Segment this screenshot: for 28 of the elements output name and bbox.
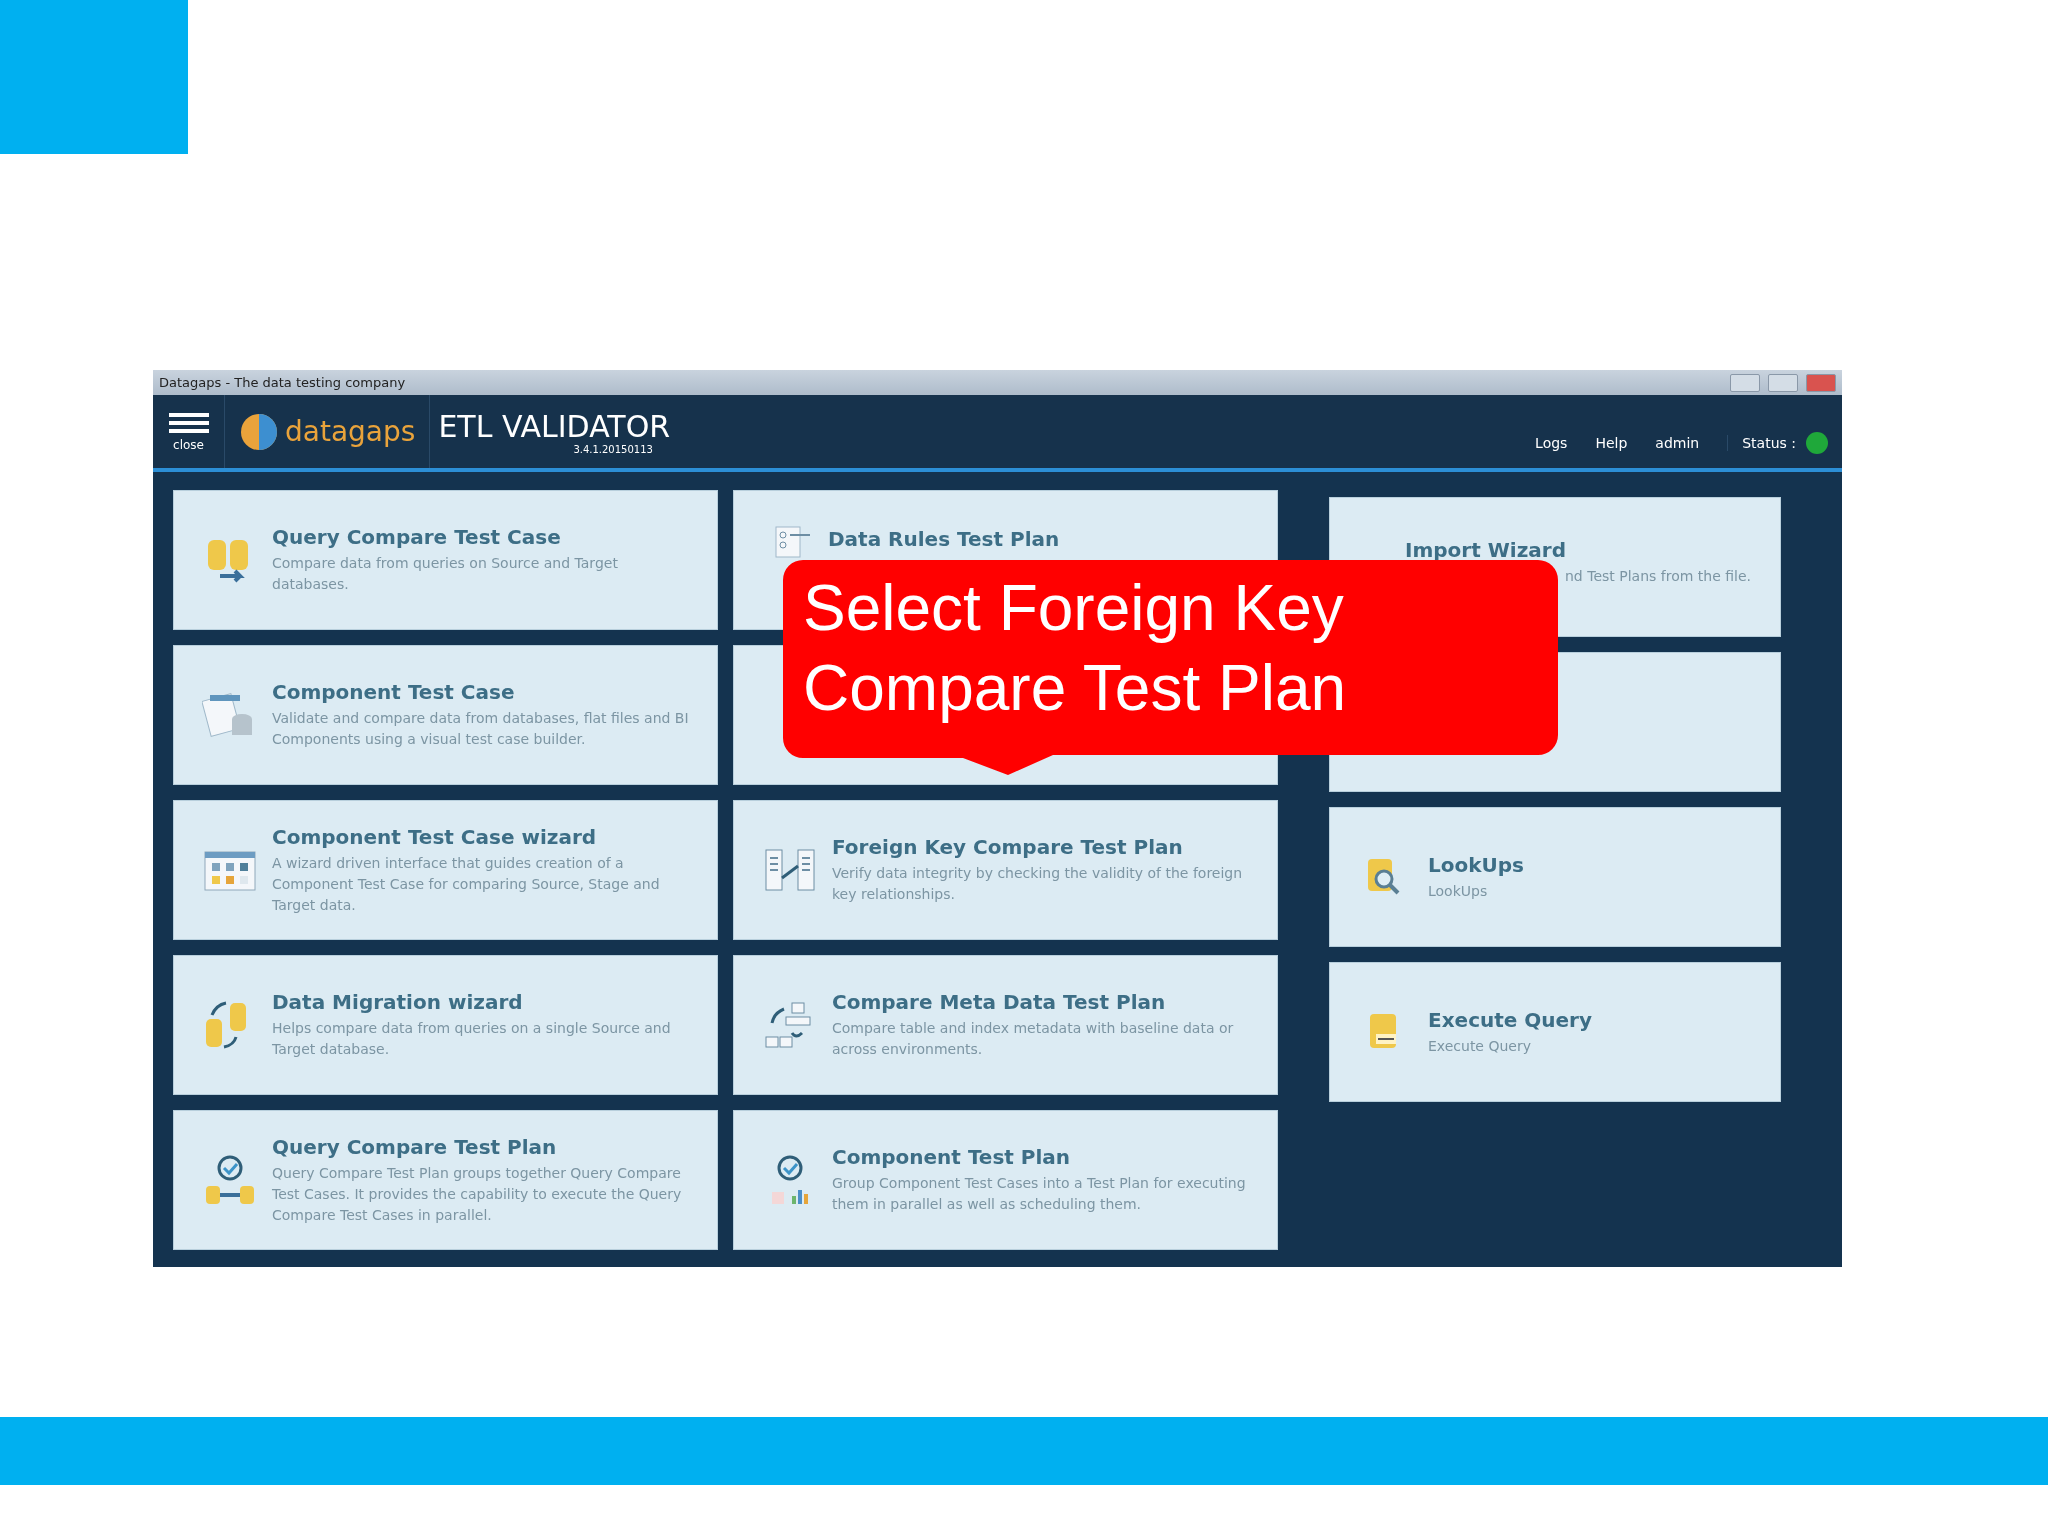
tile-title: Foreign Key Compare Test Plan bbox=[832, 835, 1184, 859]
tile-description: LookUps bbox=[1428, 881, 1489, 901]
tile-title: Data Rules Test Plan bbox=[828, 527, 1061, 551]
tile-title: Compare Meta Data Test Plan bbox=[832, 990, 1167, 1014]
tile-title: Data Migration wizard bbox=[272, 990, 524, 1014]
tile-description: Helps compare data from queries on a single Source and Target database. bbox=[272, 1019, 672, 1059]
product-name: ETL VALIDATOR bbox=[438, 408, 671, 444]
tile-title: Import Wizard bbox=[1405, 538, 1567, 562]
tile-description: Query Compare Test Plan groups together Query Compare Test Cases. It provides the capability to execute the Query Compare Test Cases in parallel. bbox=[272, 1163, 683, 1225]
tile-title: Execute Query bbox=[1428, 1007, 1593, 1032]
version-label: 3.4.1.20150113 bbox=[573, 443, 653, 455]
tile-title: Query Compare Test Plan bbox=[272, 1134, 558, 1159]
tile-description: Group Component Test Cases into a Test Plan for executing them in parallel as well as scheduling them. bbox=[832, 1174, 1247, 1214]
tile-description: Compare table and index metadata with baseline data or across environments. bbox=[832, 1019, 1235, 1059]
tile-description: nd Test Plans from the file. bbox=[1564, 567, 1752, 586]
tile-title: Component Test Plan bbox=[832, 1145, 1072, 1169]
tile-title: Component Test Case wizard bbox=[272, 824, 598, 849]
tile-title: LookUps bbox=[1428, 852, 1525, 877]
tile-description: Compare data from queries on Source and Target databases. bbox=[272, 554, 619, 594]
tile-description: Validate and compare data from databases, flat files and BI Components using a visual test case builder. bbox=[272, 709, 690, 749]
tile-title: Query Compare Test Case bbox=[272, 525, 562, 549]
logo-text: datagaps bbox=[285, 415, 416, 448]
tile-description: Verify data integrity by checking the validity of the foreign key relationships. bbox=[832, 864, 1244, 904]
tile-description: A wizard driven interface that guides creation of a Component Test Case for comparing Source, Stage and Target data. bbox=[272, 853, 661, 915]
tile-description: Execute Query bbox=[1428, 1036, 1532, 1056]
status-label: Status : bbox=[1727, 434, 1796, 451]
tile-title: Component Test Case bbox=[272, 680, 516, 704]
window-title: Datagaps - The data testing company bbox=[159, 375, 407, 390]
